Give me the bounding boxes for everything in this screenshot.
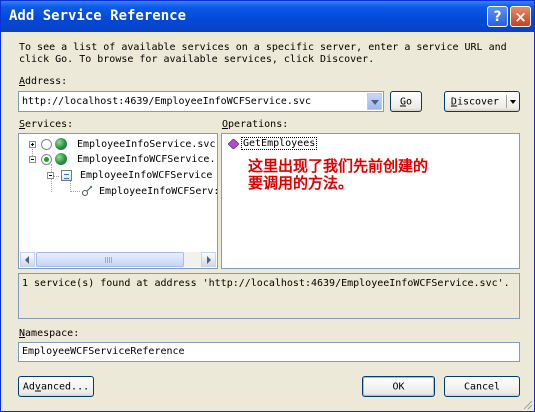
annotation-line-2: 要调用的方法。 (248, 174, 354, 192)
address-label: Address: (19, 76, 67, 87)
description-line-1: To see a list of available services on a… (19, 42, 507, 53)
ok-button[interactable]: OK (362, 376, 435, 397)
scroll-thumb[interactable] (36, 252, 184, 267)
collapse-icon[interactable] (47, 172, 54, 179)
radio-icon (41, 139, 52, 150)
help-icon: ? (493, 9, 502, 25)
ok-button-label: OK (392, 381, 405, 392)
cancel-button-label: Cancel (463, 381, 501, 392)
method-icon (228, 139, 239, 149)
tree-item-label: EmployeeInfoWCFService (80, 170, 213, 181)
status-text: 1 service(s) found at address 'http://lo… (22, 278, 510, 289)
help-button[interactable]: ? (487, 6, 508, 27)
services-label-rest: ervices: (25, 119, 74, 130)
title-bar[interactable]: Add Service Reference ? × (1, 1, 534, 32)
operations-label-rest: perations: (228, 119, 289, 130)
operations-list[interactable]: GetEmployees 这里出现了我们先前创建的 要调用的方法。 (221, 133, 520, 269)
go-button-rest: o (406, 96, 413, 107)
resize-grip-icon[interactable] (521, 398, 533, 410)
tree-item-label: EmployeeInfoService.svc (77, 139, 216, 150)
namespace-label-rest: amespace: (25, 328, 80, 339)
address-combo[interactable]: http://localhost:4639/EmployeeInfoWCFSer… (18, 91, 384, 112)
advanced-button-pre: Ad (22, 381, 35, 392)
scroll-left-button[interactable] (20, 252, 35, 267)
advanced-button-rest: anced... (40, 381, 90, 392)
scroll-right-arrow-icon (207, 256, 211, 264)
cancel-button[interactable]: Cancel (444, 376, 520, 397)
tree-item-employeeinfowcfservice[interactable]: EmployeeInfoWCFService. (19, 152, 217, 167)
description-text: To see a list of available services on a… (19, 42, 519, 66)
globe-icon (55, 138, 67, 150)
scroll-grip-icon (105, 257, 113, 263)
discover-dropdown-divider (506, 95, 507, 108)
go-button[interactable]: Go (390, 91, 422, 112)
tree-item-service-contract[interactable]: EmployeeInfoWCFService (19, 168, 217, 183)
address-input[interactable]: http://localhost:4639/EmployeeInfoWCFSer… (22, 96, 311, 107)
tree-item-label: EmployeeInfoWCFServ: (99, 186, 220, 197)
address-label-rest: ddress: (25, 76, 68, 87)
annotation-line-1: 这里出现了我们先前创建的 (248, 157, 429, 175)
operations-label: Operations: (222, 119, 288, 130)
description-line-2: click Go. To browse for available servic… (19, 54, 375, 65)
radio-selected-icon (41, 154, 52, 165)
tree-item-label: EmployeeInfoWCFService. (77, 154, 216, 165)
tree-item-employeeinfoservice[interactable]: EmployeeInfoService.svc (19, 137, 217, 152)
namespace-input[interactable]: EmployeeWCFServiceReference (22, 346, 185, 357)
address-dropdown-arrow-icon[interactable] (367, 93, 382, 110)
close-button[interactable]: × (510, 6, 531, 27)
discover-button[interactable]: Discover (444, 91, 520, 112)
services-label: Services: (19, 119, 73, 130)
close-icon: × (514, 8, 527, 26)
discover-dropdown-arrow-icon[interactable] (510, 100, 516, 104)
status-box: 1 service(s) found at address 'http://lo… (18, 273, 520, 319)
scroll-right-button[interactable] (201, 252, 216, 267)
expand-icon[interactable] (29, 141, 36, 148)
tree-item-endpoint[interactable]: EmployeeInfoWCFServ: (19, 184, 220, 199)
services-tree[interactable]: EmployeeInfoService.svc EmployeeInfoWCFS… (18, 133, 220, 269)
scroll-left-arrow-icon (25, 256, 29, 264)
collapse-icon[interactable] (29, 156, 36, 163)
annotation-text: 这里出现了我们先前创建的 要调用的方法。 (248, 158, 428, 192)
endpoint-icon (82, 185, 93, 196)
advanced-button[interactable]: Advanced... (18, 376, 94, 397)
services-horizontal-scrollbar[interactable] (20, 252, 216, 267)
dialog-title: Add Service Reference (9, 8, 187, 24)
service-icon (61, 170, 72, 181)
add-service-reference-dialog: Add Service Reference ? × To see a list … (0, 0, 535, 412)
namespace-label: Namespace: (19, 328, 79, 339)
namespace-field[interactable]: EmployeeWCFServiceReference (18, 342, 520, 362)
globe-icon (55, 153, 67, 165)
discover-button-rest: iscover (456, 96, 500, 107)
operation-item-label: GetEmployees (241, 137, 318, 150)
